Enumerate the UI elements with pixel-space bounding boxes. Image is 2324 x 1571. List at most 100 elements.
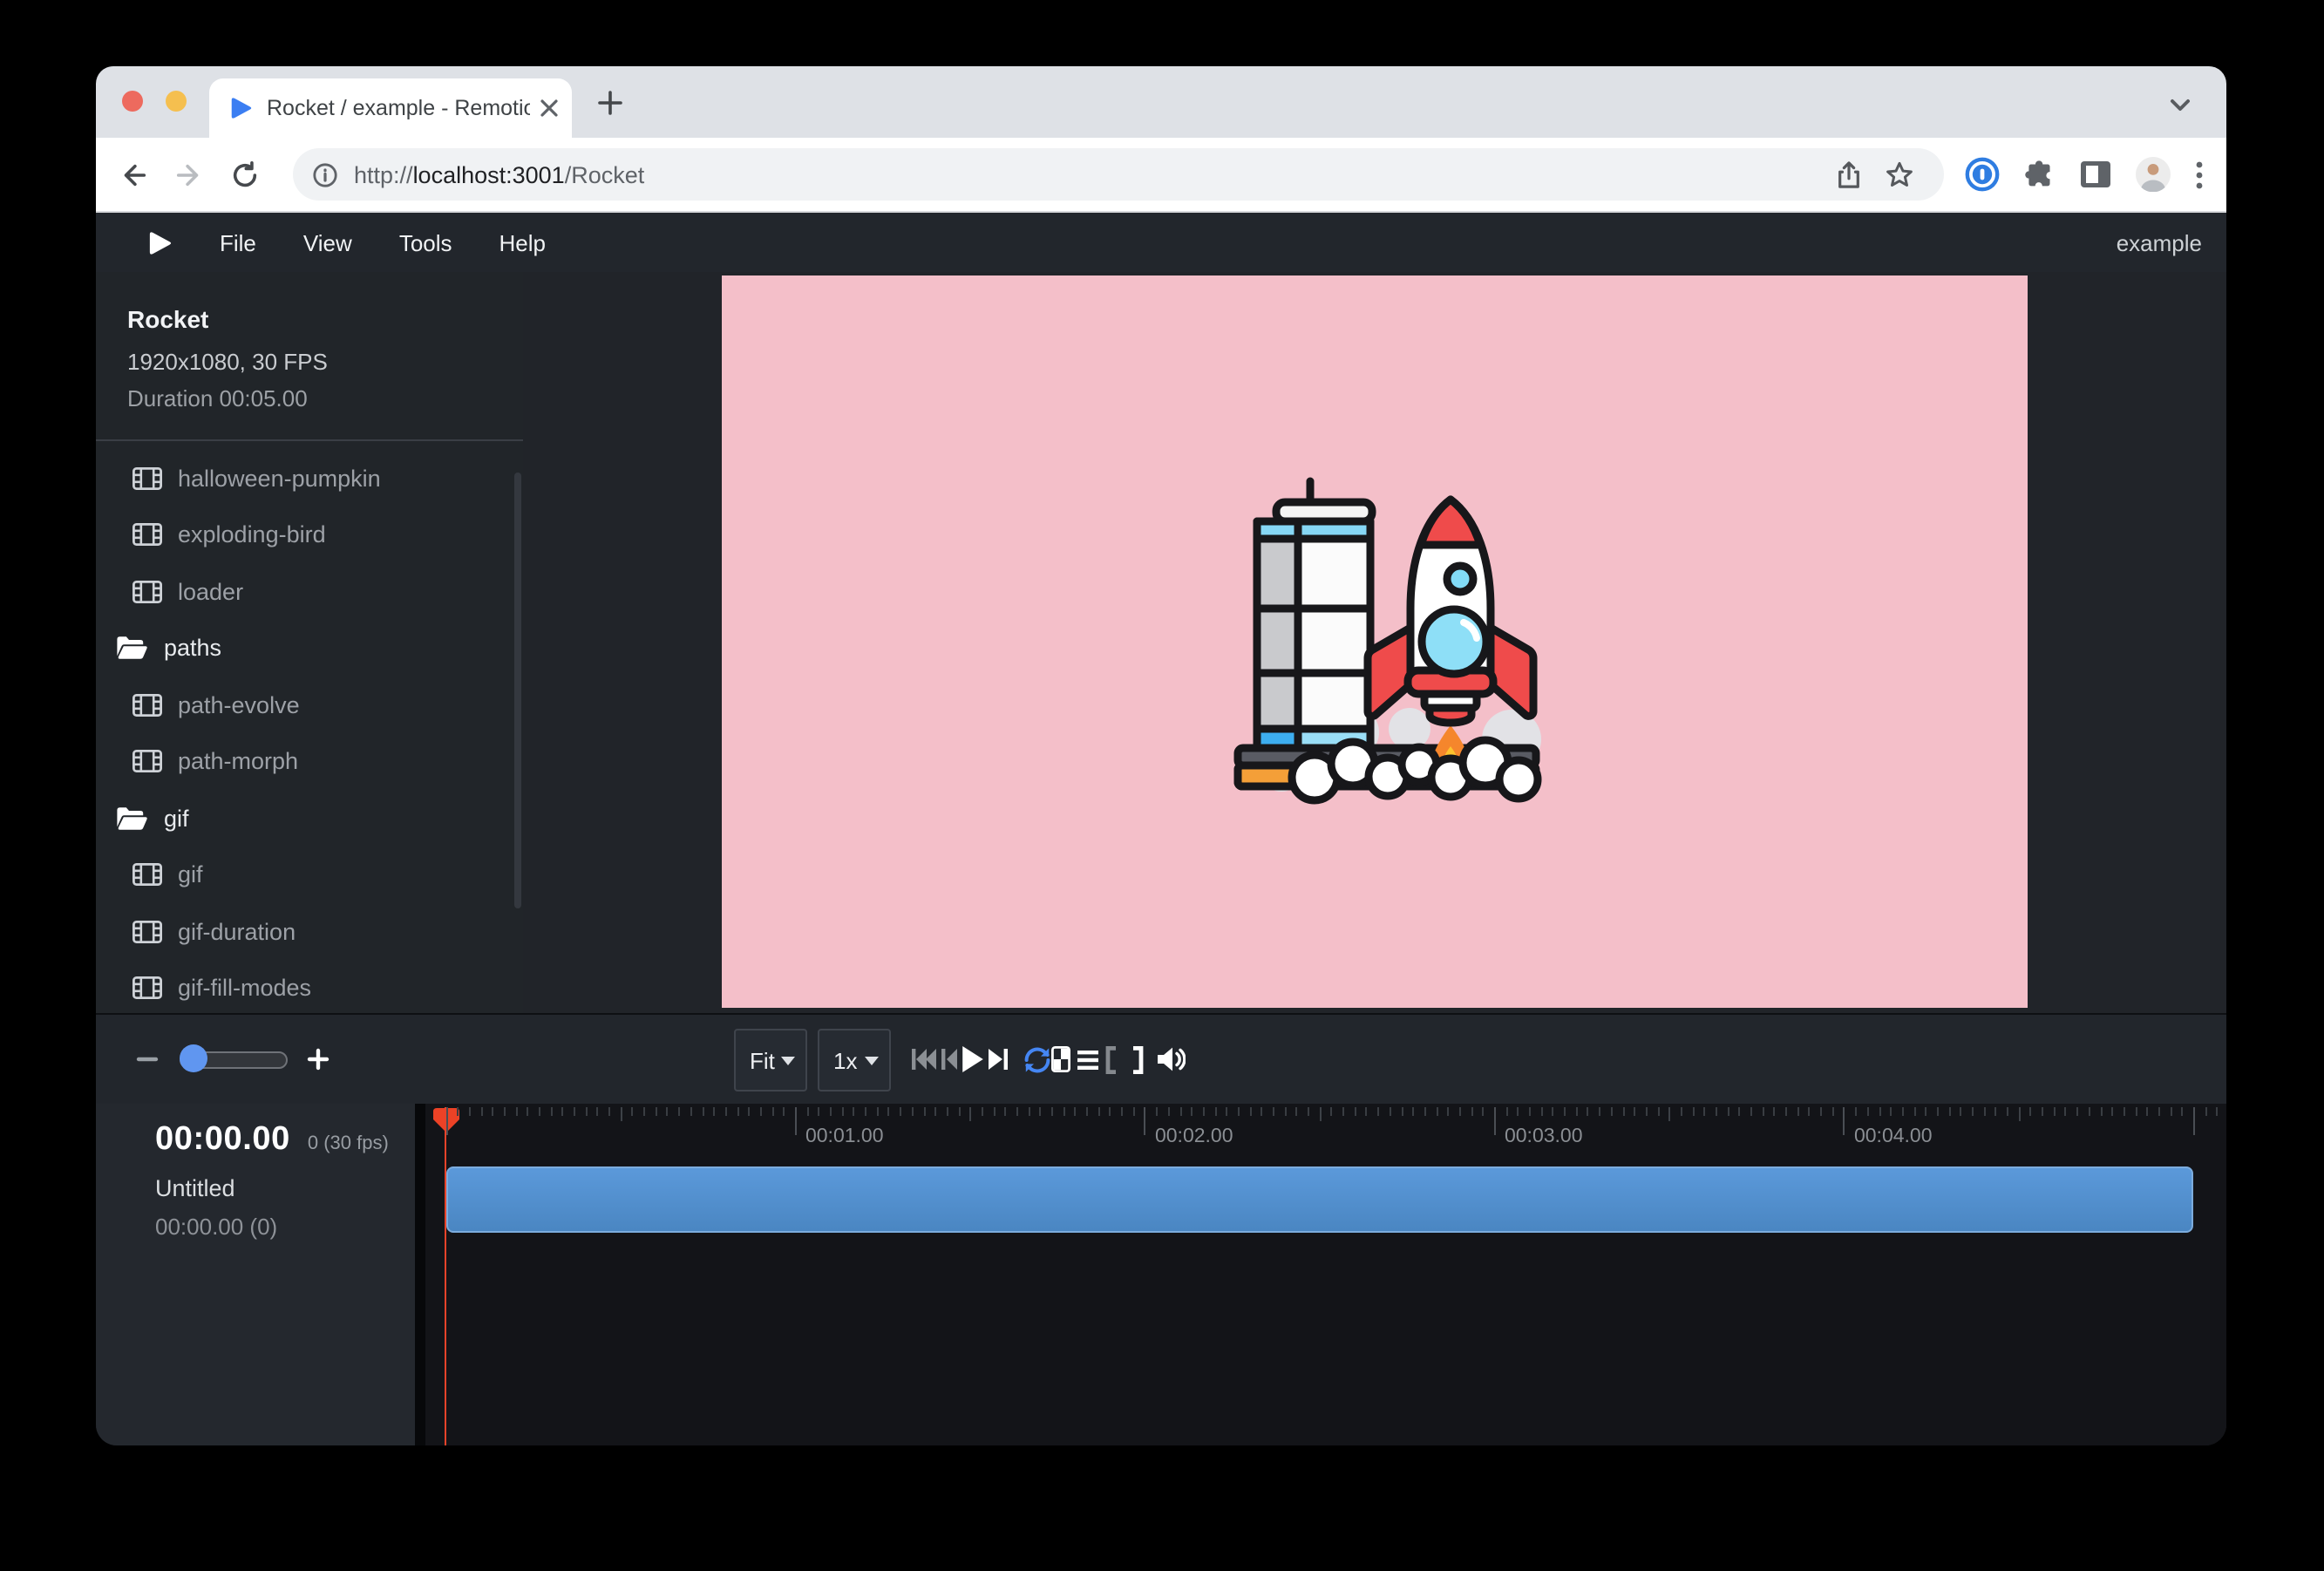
- profile-avatar[interactable]: [2136, 157, 2171, 192]
- ruler-tick: [1459, 1107, 1461, 1116]
- project-name-label[interactable]: example: [2117, 229, 2202, 255]
- ruler-tick: [934, 1107, 936, 1116]
- info-icon[interactable]: [312, 161, 338, 187]
- ruler-tick: [923, 1107, 925, 1116]
- sidebar-item-gif-duration[interactable]: gif-duration: [96, 903, 523, 960]
- sidebar-folder-gif[interactable]: gif: [96, 790, 523, 847]
- browser-menu-button[interactable]: [2195, 160, 2204, 189]
- bookmark-button[interactable]: [1885, 160, 1914, 189]
- ruler-tick: [469, 1107, 471, 1116]
- playback-speed-select[interactable]: 1x: [818, 1029, 891, 1092]
- ruler-tick: [1412, 1107, 1414, 1116]
- ruler-tick: [1681, 1107, 1682, 1116]
- sidebar-scrollbar[interactable]: [514, 473, 521, 908]
- canvas-size-select[interactable]: Fit: [734, 1029, 807, 1092]
- ruler-tick: [806, 1107, 808, 1116]
- set-out-point-button[interactable]: [1131, 1015, 1144, 1104]
- transparency-toggle-button[interactable]: [1051, 1015, 1070, 1104]
- play-button[interactable]: [962, 1015, 983, 1104]
- minimize-window-button[interactable]: [166, 91, 187, 112]
- close-window-button[interactable]: [122, 91, 143, 112]
- previous-frame-icon: [941, 1048, 957, 1071]
- menu-help[interactable]: Help: [499, 229, 547, 255]
- menu-file[interactable]: File: [220, 229, 256, 255]
- film-icon: [133, 694, 162, 717]
- side-panel-button[interactable]: [2080, 160, 2111, 188]
- folder-open-icon: [115, 806, 148, 832]
- ruler-label: 00:02.00: [1155, 1126, 1233, 1147]
- url-text[interactable]: http://localhost:3001/Rocket: [354, 161, 1836, 187]
- ruler-tick: [1809, 1107, 1811, 1116]
- loop-toggle-button[interactable]: [1023, 1015, 1051, 1104]
- set-in-point-button[interactable]: [1105, 1015, 1118, 1104]
- playhead-line[interactable]: [444, 1107, 446, 1445]
- ruler-tick: [2042, 1107, 2043, 1116]
- tab-search-button[interactable]: [2169, 91, 2191, 122]
- composition-dimensions: 1920x1080, 30 FPS: [127, 349, 523, 375]
- zoom-out-button[interactable]: [136, 1015, 159, 1104]
- share-button[interactable]: [1836, 160, 1862, 189]
- ruler-tick: [982, 1107, 983, 1116]
- current-frame-display: 0 (30 fps): [308, 1133, 389, 1154]
- ruler-tick: [1855, 1107, 1857, 1116]
- back-button[interactable]: [119, 160, 148, 189]
- ruler-tick: [1879, 1107, 1880, 1116]
- ruler-tick: [2205, 1107, 2206, 1116]
- ruler-tick: [1086, 1107, 1088, 1116]
- ruler-tick: [1611, 1107, 1613, 1116]
- sidebar-item-path-evolve[interactable]: path-evolve: [96, 677, 523, 733]
- forward-button[interactable]: [174, 160, 204, 189]
- ruler-tick: [1937, 1107, 1939, 1116]
- ruler-tick: [1797, 1107, 1799, 1116]
- playback-speed-value: 1x: [833, 1047, 865, 1073]
- forward-icon: [174, 160, 204, 189]
- composition-canvas[interactable]: [722, 275, 2028, 1008]
- timeline-track-item[interactable]: [445, 1166, 2192, 1232]
- menu-view[interactable]: View: [303, 229, 352, 255]
- reload-button[interactable]: [230, 160, 260, 189]
- onepassword-extension-button[interactable]: [1965, 157, 2000, 192]
- ruler-tick: [1960, 1107, 1962, 1116]
- ruler-tick: [865, 1107, 866, 1116]
- ruler-tick: [853, 1107, 855, 1116]
- next-frame-icon: [989, 1048, 1008, 1071]
- browser-tab[interactable]: Rocket / example - Remotion P: [209, 78, 572, 138]
- zoom-slider-knob[interactable]: [180, 1044, 207, 1071]
- ruler-tick: [1401, 1107, 1403, 1116]
- timeline-zoom-slider[interactable]: [180, 1015, 288, 1104]
- timeline-rows-button[interactable]: [1077, 1015, 1098, 1104]
- ruler-tick: [492, 1107, 493, 1116]
- track-time-label: 00:00.00 (0): [155, 1214, 415, 1240]
- ruler-tick: [574, 1107, 575, 1116]
- ruler-tick: [795, 1107, 797, 1135]
- browser-toolbar: http://localhost:3001/Rocket: [96, 138, 2226, 213]
- zoom-in-button[interactable]: [307, 1015, 330, 1104]
- zoom-in-icon: [307, 1048, 330, 1071]
- sidebar-item-gif-fill-modes[interactable]: gif-fill-modes: [96, 960, 523, 1013]
- ruler-tick: [2182, 1107, 2184, 1116]
- ruler-tick: [1214, 1107, 1216, 1116]
- extensions-button[interactable]: [2024, 159, 2056, 190]
- ruler-tick: [667, 1107, 669, 1116]
- ruler-tick: [2054, 1107, 2056, 1116]
- ruler-tick: [912, 1107, 914, 1116]
- sidebar-item-gif[interactable]: gif: [96, 847, 523, 903]
- next-frame-button[interactable]: [989, 1015, 1008, 1104]
- sidebar-item-loader[interactable]: loader: [96, 563, 523, 620]
- close-tab-icon[interactable]: [540, 99, 558, 117]
- new-tab-button[interactable]: [591, 84, 629, 122]
- sidebar-item-path-morph[interactable]: path-morph: [96, 733, 523, 790]
- remotion-logo-icon[interactable]: [148, 229, 173, 255]
- mute-toggle-button[interactable]: [1156, 1015, 1186, 1104]
- zoom-slider-track[interactable]: [180, 1051, 288, 1068]
- ruler-tick: [643, 1107, 645, 1116]
- previous-frame-button[interactable]: [941, 1015, 957, 1104]
- timeline-track[interactable]: 00:01.0000:02.0000:03.0000:04.00: [425, 1104, 2226, 1445]
- sidebar-item-exploding-bird[interactable]: exploding-bird: [96, 507, 523, 563]
- sidebar-item-halloween-pumpkin[interactable]: halloween-pumpkin: [96, 450, 523, 507]
- address-bar[interactable]: http://localhost:3001/Rocket: [293, 148, 1944, 201]
- menu-tools[interactable]: Tools: [399, 229, 452, 255]
- ruler-tick: [1913, 1107, 1915, 1116]
- skip-to-start-button[interactable]: [912, 1015, 936, 1104]
- sidebar-folder-paths[interactable]: paths: [96, 620, 523, 677]
